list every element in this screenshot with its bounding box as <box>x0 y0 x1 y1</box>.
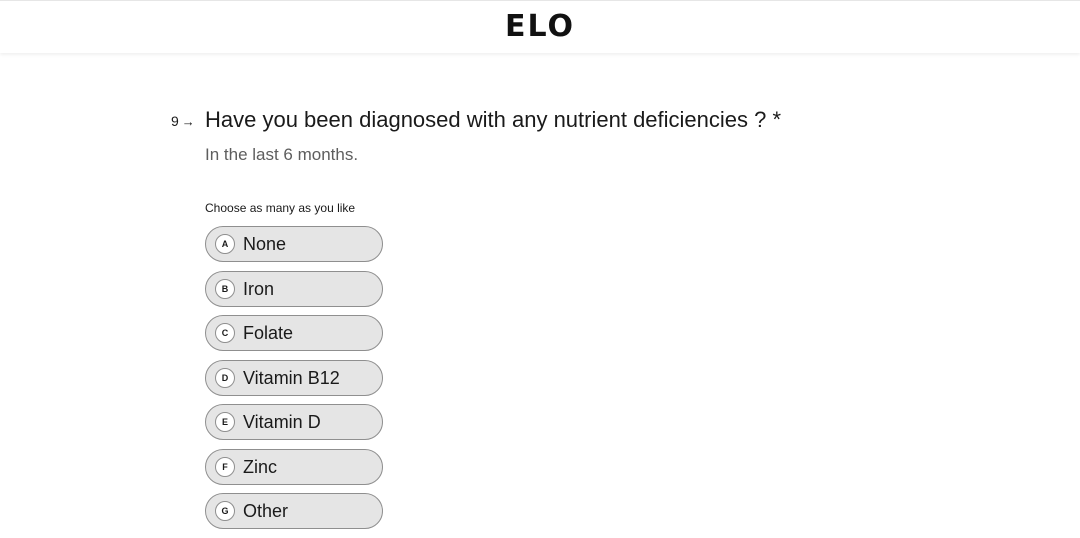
option-label: Folate <box>243 322 294 343</box>
option-label: Vitamin D <box>243 411 321 432</box>
option-folate[interactable]: C Folate <box>205 315 383 351</box>
arrow-right-icon: → <box>181 113 195 129</box>
option-label: Iron <box>243 278 275 299</box>
option-key-badge: C <box>215 323 235 343</box>
option-label: Vitamin B12 <box>243 367 340 388</box>
option-iron[interactable]: B Iron <box>205 271 383 307</box>
option-key-badge: F <box>215 457 235 477</box>
selection-hint: Choose as many as you like <box>205 201 356 215</box>
option-zinc[interactable]: F Zinc <box>205 449 383 485</box>
top-header: ELO <box>0 0 1080 53</box>
question-number: 9 → <box>171 113 195 129</box>
option-key-badge: G <box>215 501 235 521</box>
option-key-badge: D <box>215 368 235 388</box>
option-vitamin-b12[interactable]: D Vitamin B12 <box>205 360 383 396</box>
option-key-badge: A <box>215 234 235 254</box>
option-key-badge: B <box>215 279 235 299</box>
option-key-badge: E <box>215 412 235 432</box>
question-title: Have you been diagnosed with any nutrien… <box>205 107 782 132</box>
option-label: None <box>243 233 287 254</box>
option-none[interactable]: A None <box>205 226 383 262</box>
question-number-text: 9 <box>171 113 179 129</box>
option-label: Zinc <box>243 456 278 477</box>
brand-logo: ELO <box>504 9 576 44</box>
option-label: Other <box>243 500 289 521</box>
question-subtitle: In the last 6 months. <box>205 145 359 164</box>
option-other[interactable]: G Other <box>205 493 383 529</box>
option-vitamin-d[interactable]: E Vitamin D <box>205 404 383 440</box>
